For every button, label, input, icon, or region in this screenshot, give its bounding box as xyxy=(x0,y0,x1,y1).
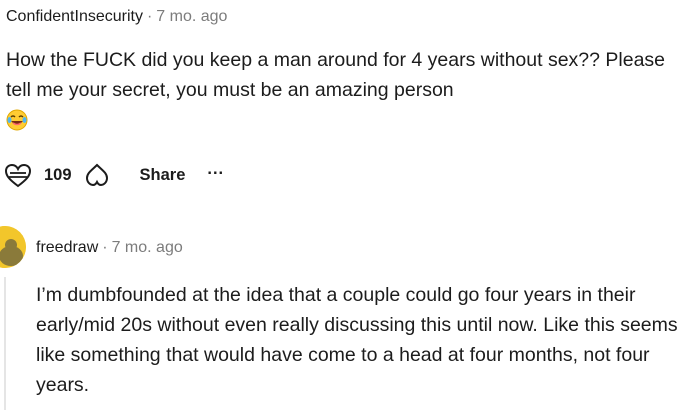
comment-2-meta: freedraw · 7 mo. ago xyxy=(36,237,183,259)
downvote-icon[interactable] xyxy=(84,162,110,188)
comment-2-author[interactable]: freedraw xyxy=(36,239,98,256)
comment-thread: ConfidentInsecurity · 7 mo. ago How the FU… xyxy=(0,0,700,410)
comment-1-text: How the FUCK did you keep a man around f… xyxy=(6,49,666,101)
upvote-icon[interactable] xyxy=(4,162,32,188)
comment-1-timestamp[interactable]: 7 mo. ago xyxy=(156,8,227,25)
comment-1-actions: 109 Share ... xyxy=(4,160,224,190)
meta-separator: · xyxy=(102,239,108,256)
comment-1-author[interactable]: ConfidentInsecurity xyxy=(6,8,143,25)
comment-1-body: How the FUCK did you keep a man around f… xyxy=(6,45,686,136)
comment-1-meta: ConfidentInsecurity · 7 mo. ago xyxy=(6,6,227,28)
laughing-tears-emoji-icon xyxy=(6,109,28,131)
meta-separator: · xyxy=(146,8,153,25)
vote-count: 109 xyxy=(44,165,72,184)
more-options-button[interactable]: ... xyxy=(207,160,224,179)
avatar[interactable] xyxy=(0,226,26,268)
comment-2-timestamp[interactable]: 7 mo. ago xyxy=(112,239,183,256)
thread-line[interactable] xyxy=(4,277,6,410)
comment-2-text: I’m dumbfounded at the idea that a coupl… xyxy=(36,284,678,396)
share-button[interactable]: Share xyxy=(140,166,186,185)
comment-2-body: I’m dumbfounded at the idea that a coupl… xyxy=(36,280,686,400)
